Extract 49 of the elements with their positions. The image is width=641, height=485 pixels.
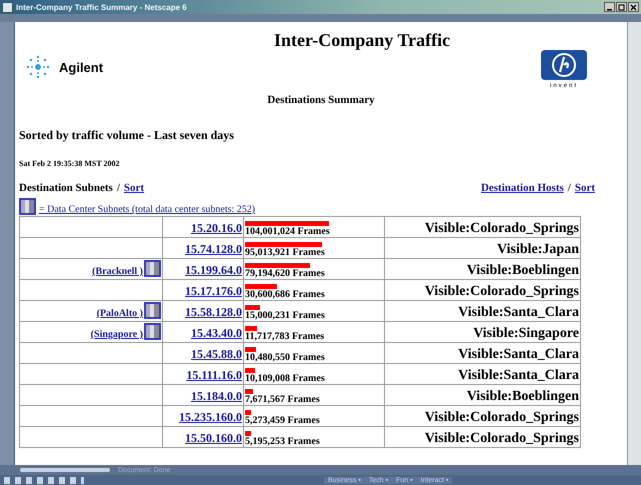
page-title: Inter-Company Traffic bbox=[274, 30, 450, 51]
building-icon bbox=[19, 198, 36, 215]
host-name: Visible:Singapore bbox=[473, 326, 579, 341]
frame-count: 79,194,620 Frames bbox=[245, 268, 326, 279]
frame-count: 15,000,231 Frames bbox=[245, 310, 326, 321]
hp-logo-icon bbox=[541, 50, 587, 80]
host-name: Visible:Colorado_Springs bbox=[424, 410, 579, 425]
location-link[interactable]: (Singapore ) bbox=[90, 329, 143, 340]
host-name: Visible:Santa_Clara bbox=[458, 347, 579, 362]
separator: / bbox=[568, 182, 571, 194]
sort-link[interactable]: Sort bbox=[124, 182, 144, 194]
host-name: Visible:Colorado_Springs bbox=[424, 221, 579, 236]
company-name: Agilent bbox=[59, 60, 104, 74]
host-name: Visible:Boeblingen bbox=[466, 263, 579, 278]
maximize-icon bbox=[618, 4, 625, 10]
host-name: Visible:Santa_Clara bbox=[458, 368, 579, 383]
legend-link[interactable]: = Data Center Subnets (total data center subnets: 252) bbox=[39, 204, 256, 215]
taskbar-icons[interactable] bbox=[4, 476, 84, 484]
frame-count: 5,195,253 Frames bbox=[245, 436, 321, 447]
vertical-scrollbar[interactable] bbox=[627, 22, 641, 465]
frame-count: 104,001,024 Frames bbox=[245, 226, 331, 237]
section-title: Destinations Summary bbox=[266, 94, 376, 106]
host-name: Visible:Santa_Clara bbox=[458, 305, 579, 320]
location-link[interactable]: (PaloAlto ) bbox=[96, 308, 143, 319]
frame-count: 30,600,686 Frames bbox=[245, 289, 326, 300]
close-icon bbox=[630, 4, 637, 10]
window-title: Inter-Company Traffic Summary - Netscape 6 bbox=[16, 2, 188, 12]
location-link[interactable]: (Bracknell ) bbox=[92, 266, 143, 277]
starburst-logo-icon bbox=[25, 54, 51, 80]
host-name: Visible:Colorado_Springs bbox=[424, 284, 579, 299]
close-button[interactable] bbox=[628, 2, 639, 12]
frame-count: 10,109,008 Frames bbox=[245, 373, 326, 384]
app-icon bbox=[2, 2, 13, 12]
timestamp: Sat Feb 2 19:35:38 MST 2002 bbox=[19, 159, 121, 168]
sort-link[interactable]: Sort bbox=[574, 182, 595, 194]
hosts-link[interactable]: Destination Hosts bbox=[480, 182, 564, 194]
frame-count: 5,273,459 Frames bbox=[245, 415, 321, 426]
sort-description: Sorted by traffic volume - Last seven days bbox=[19, 128, 235, 143]
separator: / bbox=[116, 182, 120, 194]
frame-count: 95,013,921 Frames bbox=[245, 247, 326, 258]
host-name: Visible:Japan bbox=[497, 242, 579, 257]
subnets-heading: Destination Subnets bbox=[19, 182, 113, 194]
frame-count: 7,671,567 Frames bbox=[245, 394, 321, 405]
host-name: Visible:Colorado_Springs bbox=[424, 431, 579, 446]
minimize-button[interactable] bbox=[604, 2, 615, 12]
maximize-button[interactable] bbox=[616, 2, 627, 12]
frame-count: 10,480,550 Frames bbox=[245, 352, 326, 363]
host-name: Visible:Boeblingen bbox=[466, 389, 579, 404]
frame-count: 11,717,783 Frames bbox=[245, 331, 326, 342]
